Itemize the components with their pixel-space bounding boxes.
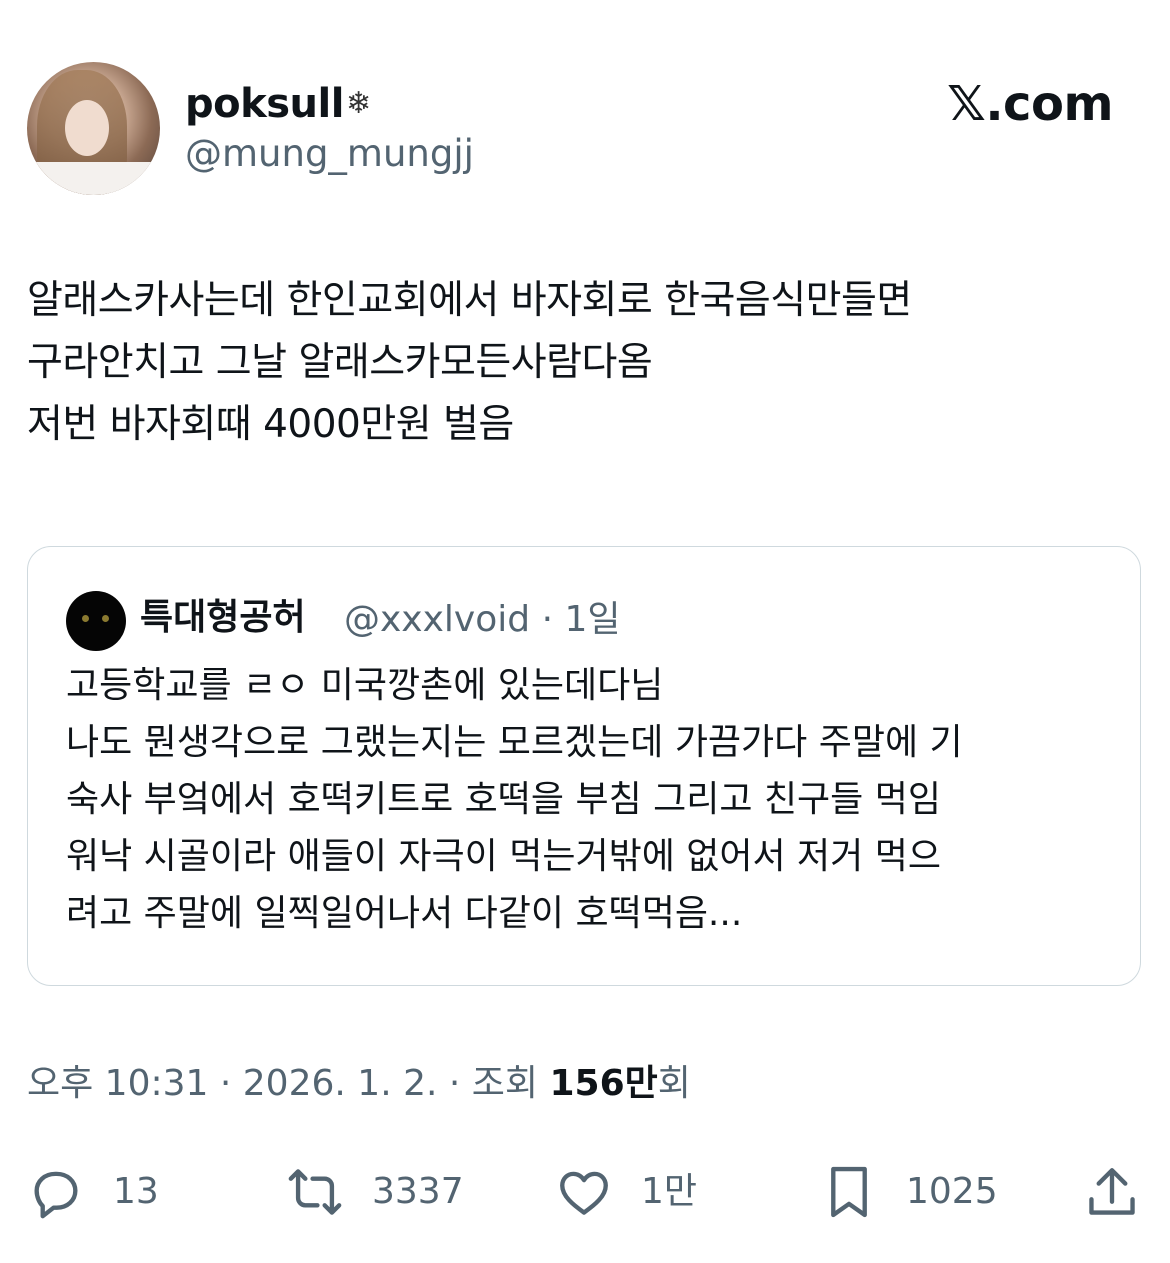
quote-display-name: 특대형공허: [140, 597, 306, 638]
tweet-line: 저번 바자회때 4000만원 벌음: [27, 402, 514, 447]
quote-handle: @xxxlvoid: [344, 599, 531, 640]
quote-line: 려고 주말에 일찍일어나서 다같이 호떡먹음...: [66, 893, 743, 934]
author-avatar[interactable]: [27, 62, 160, 195]
quote-separator: ·: [541, 599, 554, 640]
snowflake-icon: ❄: [346, 86, 372, 121]
quote-meta: @xxxlvoid · 1일: [344, 595, 621, 645]
share-button[interactable]: [1083, 1160, 1141, 1224]
repost-icon: [288, 1169, 342, 1215]
meta-separator: ·: [437, 1063, 472, 1104]
views-label: 조회: [471, 1063, 550, 1104]
quoted-tweet[interactable]: 특대형공허 @xxxlvoid · 1일 고등학교를 ㄹㅇ 미국깡촌에 있는데다…: [27, 546, 1141, 986]
share-icon: [1089, 1168, 1135, 1215]
tweet-meta: 오후 10:31 · 2026. 1. 2. · 조회 156만회: [27, 1058, 691, 1110]
meta-separator: ·: [208, 1063, 243, 1104]
tweet-time[interactable]: 오후 10:31: [27, 1063, 208, 1104]
quote-line: 숙사 부엌에서 호떡키트로 호떡을 부침 그리고 친구들 먹임: [66, 779, 941, 820]
action-bar: 13 3337 1만 1025: [0, 1160, 1170, 1224]
bookmark-button[interactable]: 1025: [820, 1160, 998, 1224]
avatar-face: [65, 100, 109, 156]
reply-button[interactable]: 13: [27, 1160, 159, 1224]
quote-line: 나도 뭔생각으로 그랬는지는 모르겠는데 가끔가다 주말에 기: [66, 722, 963, 763]
tweet-text: 알래스카사는데 한인교회에서 바자회로 한국음식만들면 구라안치고 그날 알래스…: [27, 270, 1147, 456]
bookmark-icon: [831, 1166, 867, 1218]
author-display-name[interactable]: poksull: [185, 78, 344, 130]
views-count: 156만: [549, 1063, 658, 1104]
tweet-date[interactable]: 2026. 1. 2.: [243, 1063, 438, 1104]
avatar-eye: [82, 615, 89, 622]
x-logo: 𝕏.com: [947, 76, 1113, 132]
like-button[interactable]: 1만: [555, 1160, 697, 1224]
avatar-shirt: [27, 162, 160, 195]
bookmark-count: 1025: [906, 1171, 998, 1212]
quote-avatar[interactable]: [66, 591, 126, 651]
tweet-line: 구라안치고 그날 알래스카모든사람다옴: [27, 340, 653, 385]
quote-text: 고등학교를 ㄹㅇ 미국깡촌에 있는데다님 나도 뭔생각으로 그랬는지는 모르겠는…: [66, 657, 1126, 942]
quote-time: 1일: [564, 599, 621, 640]
tweet-line: 알래스카사는데 한인교회에서 바자회로 한국음식만들면: [27, 278, 912, 323]
views-suffix: 회: [657, 1063, 691, 1104]
heart-icon: [560, 1171, 608, 1215]
author-handle[interactable]: @mung_mungjj: [185, 130, 474, 178]
quote-line: 워낙 시골이라 애들이 자극이 먹는거밖에 없어서 저거 먹으: [66, 836, 941, 877]
repost-count: 3337: [372, 1171, 464, 1212]
reply-icon: [34, 1171, 78, 1219]
like-count: 1만: [641, 1171, 698, 1212]
avatar-eye: [102, 615, 109, 622]
repost-button[interactable]: 3337: [286, 1160, 464, 1224]
reply-count: 13: [113, 1171, 159, 1212]
quote-line: 고등학교를 ㄹㅇ 미국깡촌에 있는데다님: [66, 665, 664, 706]
